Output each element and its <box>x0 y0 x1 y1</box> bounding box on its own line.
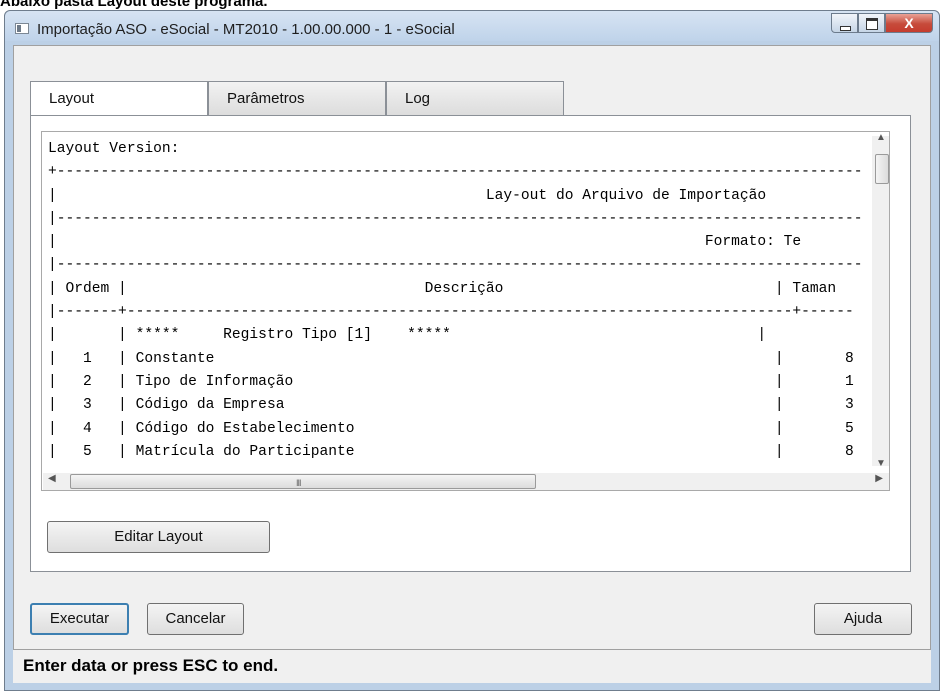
layout-text-line: +---------------------------------------… <box>48 164 863 181</box>
status-message: Enter data or press ESC to end. <box>23 656 279 675</box>
scroll-grip-icon: III <box>296 478 301 488</box>
scroll-right-icon[interactable]: ▶ <box>875 473 883 484</box>
layout-text-line: | Lay-out do Arquivo de Importação <box>48 187 767 204</box>
layout-text: Layout Version: +------------------------… <box>42 132 889 464</box>
tab-parametros[interactable]: Parâmetros <box>208 81 386 116</box>
page-caption: Abaixo pasta Layout deste programa. <box>0 0 268 10</box>
layout-text-line: |-------+-------------------------------… <box>48 304 854 321</box>
maximize-button[interactable] <box>858 13 885 33</box>
layout-text-line: | 2 | Tipo de Informação | 1 <box>48 373 854 390</box>
layout-text-line: | Ordem | Descrição | Taman <box>48 280 837 297</box>
app-icon[interactable] <box>15 23 29 34</box>
close-button[interactable]: X <box>885 13 933 33</box>
cancel-button[interactable]: Cancelar <box>147 603 244 635</box>
window-controls: X <box>831 13 933 33</box>
dialog-window: Importação ASO - eSocial - MT2010 - 1.00… <box>4 10 940 691</box>
status-bar: Enter data or press ESC to end. <box>13 649 931 683</box>
horizontal-scroll-thumb[interactable]: III <box>70 474 536 489</box>
vertical-scrollbar[interactable]: ▲ ▼ <box>872 132 889 469</box>
layout-text-line: | 1 | Constante | 8 <box>48 350 854 367</box>
horizontal-scrollbar[interactable]: ◀ III ▶ <box>43 473 889 490</box>
minimize-button[interactable] <box>831 13 858 33</box>
layout-text-line: |---------------------------------------… <box>48 210 863 227</box>
scroll-down-icon[interactable]: ▼ <box>876 458 886 469</box>
vertical-scroll-thumb[interactable] <box>875 154 889 184</box>
layout-text-line: | Formato: Te <box>48 234 802 251</box>
layout-text-line: | 3 | Código da Empresa | 3 <box>48 397 854 414</box>
execute-button[interactable]: Executar <box>30 603 129 635</box>
layout-text-line: |---------------------------------------… <box>48 257 863 274</box>
edit-layout-button[interactable]: Editar Layout <box>47 521 270 553</box>
layout-text-area[interactable]: Layout Version: +------------------------… <box>41 131 890 491</box>
layout-text-line: Layout Version: <box>48 141 180 157</box>
layout-text-line: | 4 | Código do Estabelecimento | 5 <box>48 420 854 437</box>
tab-log[interactable]: Log <box>386 81 564 116</box>
tab-layout[interactable]: Layout <box>30 81 208 117</box>
scroll-up-icon[interactable]: ▲ <box>876 132 886 143</box>
title-bar[interactable]: Importação ASO - eSocial - MT2010 - 1.00… <box>5 11 939 41</box>
layout-text-line: | | ***** Registro Tipo [1] ***** | <box>48 327 767 344</box>
layout-tab-panel: Layout Version: +------------------------… <box>30 115 911 572</box>
dialog-body: Layout Parâmetros Log Layout Version: +--… <box>13 45 931 683</box>
layout-text-line: | 5 | Matrícula do Participante | 8 <box>48 443 854 460</box>
window-title: Importação ASO - eSocial - MT2010 - 1.00… <box>37 21 455 38</box>
help-button[interactable]: Ajuda <box>814 603 912 635</box>
scroll-left-icon[interactable]: ◀ <box>48 473 56 484</box>
